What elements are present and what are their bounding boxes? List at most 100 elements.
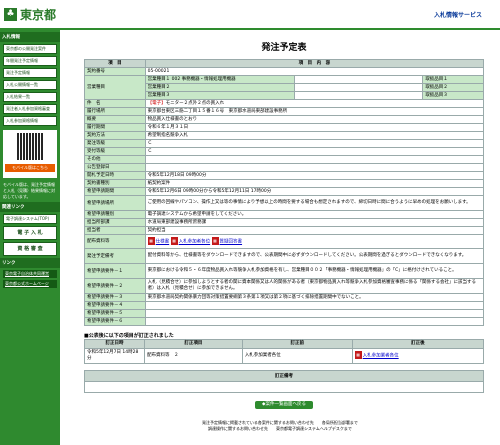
row-extra: 取扱品目３	[422, 91, 484, 100]
row-value	[144, 317, 485, 326]
sidebar-item-qualification-review[interactable]: 資 格 審 査	[3, 242, 57, 256]
column-header-after: 訂正後	[351, 339, 485, 349]
row-value: Ｃ	[144, 139, 485, 148]
table-row: 希望申請要件－１ 東京都における令和５・６年度物品買入れ等競争入札参加資格を有し、…	[84, 263, 485, 279]
page-title: 発注予定表	[261, 43, 307, 53]
row-value: 配付資料等から、仕様書等をダウンロードできますので、公表期間中に必ずダウンロード…	[144, 248, 485, 264]
row-value: 【電子】モニター２点外２点の買入れ	[144, 99, 485, 108]
row-value: 05-00021	[144, 67, 485, 76]
row-label: 配布資料等	[84, 234, 146, 249]
row-label: 発注予定備考	[84, 248, 146, 264]
sidebar-item-bid-qualification[interactable]: 入札参加資格情報	[3, 116, 57, 126]
row-value: 東京都水道局契約関係暴力団等対策措置要綱第３条第１項又は第２項に基づく排除措置期…	[144, 293, 485, 302]
sidebar-item-qualification[interactable]: 発注者入札参加資格審査	[3, 104, 57, 114]
row-value: 入札（見積合せ）に参加しようとする者の関に資本関係又は人的関係がある者（東京都物…	[144, 278, 485, 294]
document-link-qa[interactable]: 質疑回答書	[220, 240, 243, 245]
system-title: 入札情報サービス	[433, 12, 482, 19]
pdf-icon: ▦	[354, 351, 362, 360]
mobile-link-label[interactable]: モバイル版はこちら	[5, 164, 55, 172]
sidebar-item-annual-plan[interactable]: 年間発注予定情報	[3, 56, 57, 66]
correction-before: 入札参加業者各位	[241, 348, 353, 364]
correction-after-link[interactable]: 入札参加業者各位	[363, 354, 399, 359]
table-row: 履行期間 令和６年１月３１日	[84, 123, 485, 132]
row-label: 希望申請場所	[84, 195, 146, 211]
sidebar-section-links: 関連リンク	[0, 202, 60, 212]
row-value: 東京都における令和５・６年度物品買入れ等競争入札参加資格を有し、営業種目００２「…	[144, 263, 485, 279]
sidebar-link-egov[interactable]: 東京電子自治体共同運営	[3, 270, 57, 278]
table-row: 希望申請種別 電子調達システムから希望申請をしてください。	[84, 210, 485, 219]
row-value: 契約担当	[144, 226, 485, 235]
row-label: 希望申請要件－２	[84, 278, 146, 294]
table-row: 担当者 契約担当	[84, 226, 485, 235]
back-to-list-button[interactable]: ◆案件一覧画面へ戻る	[255, 401, 313, 409]
pdf-icon: ▦	[170, 237, 178, 246]
row-label: 担当者	[84, 226, 146, 235]
row-value-empty	[293, 83, 424, 92]
table-row: 開札予定日時 令和5年12月18日 09時00分	[84, 171, 485, 180]
tokyo-logo[interactable]: ♣ 東京都	[4, 6, 56, 23]
footer-line-2: 調達操作に関するお問い合わせ先 東京都電子調達システムヘルプデスクまで	[208, 426, 352, 431]
row-value: 令和5年12月6日 09時00分から令和5年12月11日 17時00分	[144, 187, 485, 196]
table-row: 契約方法 希望制指名競争入札	[84, 131, 485, 140]
table-row: 希望申請場所 ご使用の回線やパソコン、操作上又は等の事情により予想以上の時間を要す…	[84, 195, 485, 211]
document-link-notice[interactable]: 入札参加者各位	[179, 240, 211, 245]
sidebar-item-procurement-top[interactable]: 電子調達システム(TOP)	[3, 214, 57, 224]
row-label: 契約番号	[84, 67, 146, 76]
table-row: 希望申請要件－６	[84, 317, 485, 326]
correction-remarks-table: 訂正備考	[84, 370, 484, 393]
row-value: 東京都台東区三筋二丁目１５番１６号 東京都水道局東部建設事務所	[144, 107, 485, 116]
row-extra: 取扱品目２	[422, 83, 484, 92]
logo-text: 東京都	[20, 8, 57, 22]
table-row: 希望申請要件－２ 入札（見積合せ）に参加しようとする者の関に資本関係又は人的関係が…	[84, 278, 485, 294]
table-row: 配布資料等 ▦ 仕様書 ▦ 入札参加者各位 ▦ 質疑回答書	[84, 234, 485, 249]
row-value: 令和5年12月18日 09時00分	[144, 171, 485, 180]
row-value: 営業種目３	[144, 91, 295, 100]
sidebar-section-other: リンク	[0, 258, 60, 268]
table-row: 契約書種別 紙契約案件	[84, 179, 485, 188]
pdf-icon: ▦	[147, 237, 155, 246]
correction-date: 令和5年12月7日 14時28分	[84, 348, 145, 364]
table-row: 担当所部課 水道局東部建設事務所庶務課	[84, 218, 485, 227]
remarks-cell	[84, 381, 484, 393]
table-row	[84, 381, 484, 393]
table-row: 希望申請要件－３ 東京都水道局契約関係暴力団等対策措置要綱第３条第１項又は第２項に…	[84, 293, 485, 302]
table-row: 希望申請期間 令和5年12月6日 09時00分から令和5年12月11日 17時00…	[84, 187, 485, 196]
sidebar-item-bid-public[interactable]: 入札公開情報一覧	[3, 80, 57, 90]
row-label: 希望申請要件－５	[84, 309, 146, 318]
correction-history-table: 訂正日時 訂正項目 訂正前 訂正後 令和5年12月7日 14時28分 配布資料等…	[84, 339, 485, 364]
row-value: 令和６年１月３１日	[144, 123, 485, 132]
sidebar-section-menu: 入札情報	[0, 32, 60, 42]
sidebar-item-public-orders[interactable]: 東京都の公開発注案件	[3, 44, 57, 54]
sidebar-item-bid-results[interactable]: 入札結果一覧	[3, 92, 57, 102]
row-label: 希望申請要件－３	[84, 293, 146, 302]
order-details-table: 項 目 項 目 内 容 契約番号 05-00021 営業種目 営業種目１ 002 事…	[84, 59, 485, 326]
table-row: 発注予定備考 配付資料等から、仕様書等をダウンロードできますので、公表期間中に必ず…	[84, 248, 485, 264]
row-label: 受付等級	[84, 147, 146, 156]
table-row: 営業種目３ 取扱品目３	[85, 91, 484, 100]
table-row: その他	[84, 155, 485, 164]
row-label: 履行期間	[84, 123, 146, 132]
row-value: 希望制指名競争入札	[144, 131, 485, 140]
sidebar-item-order-plan[interactable]: 発注予定情報	[3, 68, 57, 78]
column-header-remarks: 訂正備考	[84, 370, 484, 382]
table-row: 令和5年12月7日 14時28分 配布資料等 ２ 入札参加業者各位 ▦ 入札参加業…	[84, 348, 485, 364]
row-label: 営業種目	[84, 75, 146, 100]
sidebar-item-e-bid[interactable]: 電 子 入 札	[3, 226, 57, 240]
row-value: 電子調達システムから希望申請をしてください。	[144, 210, 485, 219]
sidebar: 入札情報 東京都の公開発注案件 年間発注予定情報 発注予定情報 入札公開情報一覧…	[0, 30, 60, 445]
row-value: 物品買入仕様書のとおり	[144, 115, 485, 124]
sidebar-link-tokyo[interactable]: 東京都公式ホームページ	[3, 280, 57, 288]
row-value: 紙契約案件	[144, 179, 485, 188]
row-extra: 取扱品目１	[422, 75, 484, 84]
mobile-note: モバイル版は、発注予定情報と入札（見積）結果情報に対応しています。	[3, 182, 55, 199]
row-label: 発注等級	[84, 139, 146, 148]
column-header-item: 訂正項目	[144, 339, 243, 349]
row-value	[144, 309, 485, 318]
footer: 発注予定情報に掲載されている各案件に関するお問い合わせ先 各局所担当部署まで 調…	[60, 420, 500, 432]
table-header-row: 訂正日時 訂正項目 訂正前 訂正後	[84, 339, 485, 349]
document-link-spec[interactable]: 仕様書	[156, 240, 170, 245]
table-row: 契約番号 05-00021	[84, 67, 485, 76]
qr-block[interactable]: モバイル版はこちら	[3, 130, 57, 178]
main-content: 発注予定表 項 目 項 目 内 容 契約番号 05-00021 営業種目 営業種目１…	[84, 30, 485, 409]
row-label: 希望申請種別	[84, 210, 146, 219]
